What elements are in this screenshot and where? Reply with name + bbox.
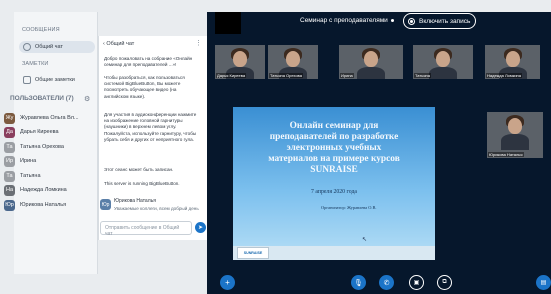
screen-share-button[interactable]: ⧉ xyxy=(437,275,452,290)
chat-icon: ▤ xyxy=(540,280,547,286)
camera-button[interactable]: ▣ xyxy=(409,275,424,290)
video-tile-name: Надежда Ломкина xyxy=(486,73,522,78)
sidebar-item-label: Общие заметки xyxy=(35,77,75,83)
meeting-title: Семинар с преподавателями xyxy=(300,17,388,24)
conference-app: СООБЩЕНИЯ Общий чат ЗАМЕТКИ Общие заметк… xyxy=(0,0,551,294)
notes-header: ЗАМЕТКИ xyxy=(22,61,49,67)
user-list-item[interactable]: Да Дарья Киреева xyxy=(4,126,96,138)
user-list-item[interactable]: Та Татьяна xyxy=(4,170,96,182)
avatar: Жу xyxy=(4,112,15,124)
notes-icon xyxy=(23,76,31,84)
chat-message-author: Юрикова Наталья xyxy=(114,198,156,204)
avatar: Ир xyxy=(4,155,15,167)
video-tile[interactable]: Ирина xyxy=(339,45,403,79)
user-video-placeholder xyxy=(215,12,241,34)
participant-face xyxy=(505,51,520,67)
video-tile-name: Татьяна xyxy=(414,73,431,78)
user-name: Татьяна Орехова xyxy=(20,144,64,150)
chat-message-text: Уважаемые коллеги, всем добрый день xyxy=(114,206,199,211)
chat-message-welcome: Добро пожаловать на собрание «Онлайн сем… xyxy=(104,56,193,68)
avatar: Юр xyxy=(100,199,111,210)
video-tile-name: Ирина xyxy=(340,73,354,78)
plus-icon: + xyxy=(225,278,230,287)
record-label: Включить запись xyxy=(419,17,471,25)
gear-icon[interactable]: ⚙ xyxy=(84,95,90,103)
slide-organizer: Организатор: Журавлева О.В. xyxy=(321,205,377,210)
chat-message-server: This server is running BigBlueButton. xyxy=(104,181,180,186)
user-list-item[interactable]: На Надежда Ломкина xyxy=(4,184,96,196)
user-name: Надежда Ломкина xyxy=(20,187,67,193)
user-list-item[interactable]: Жу Журавлева Ольга Вл... xyxy=(4,112,96,124)
video-camera-icon: ▣ xyxy=(413,280,420,286)
video-tile[interactable]: Татьяна xyxy=(413,45,473,79)
microphone-button[interactable]: 🎙 xyxy=(351,275,366,290)
messages-header: СООБЩЕНИЯ xyxy=(22,27,60,33)
user-name: Юрикова Наталья xyxy=(20,202,67,208)
video-tile-name: Дарья Киреева xyxy=(216,73,247,78)
user-list-item[interactable]: Ир Ирина xyxy=(4,155,96,167)
send-button[interactable]: ➤ xyxy=(195,222,206,233)
video-tile-name: Юрикова Наталья xyxy=(488,152,524,157)
more-options-icon[interactable]: ⋮ xyxy=(195,39,202,47)
cursor-icon: ↖ xyxy=(362,237,368,243)
chat-message-recording: Этот сеанс может быть записан. xyxy=(104,167,174,172)
user-list-item[interactable]: Та Татьяна Орехова xyxy=(4,141,96,153)
participant-face xyxy=(233,51,247,67)
chat-input[interactable]: Отправить сообщение в Общий чат xyxy=(100,221,192,237)
avatar: Юр xyxy=(4,199,15,211)
user-name: Татьяна xyxy=(20,173,41,179)
participant-face xyxy=(364,51,378,67)
screen-share-icon: ⧉ xyxy=(442,279,447,285)
actions-button[interactable]: + xyxy=(220,275,235,290)
chat-toggle-button[interactable]: ▤ xyxy=(536,275,551,290)
avatar: Да xyxy=(4,126,15,138)
participant-face xyxy=(436,51,450,67)
sidebar-item-label: Общий чат xyxy=(35,44,63,50)
chat-header[interactable]: ‹ Общий чат xyxy=(103,41,134,47)
video-tile[interactable]: Юрикова Наталья xyxy=(487,112,543,158)
chat-icon xyxy=(23,43,31,51)
user-list-item[interactable]: Юр Юрикова Наталья xyxy=(4,199,96,211)
sidebar-item-shared-notes[interactable]: Общие заметки xyxy=(19,74,95,86)
microphone-icon: 🎙 xyxy=(354,279,363,287)
record-button[interactable]: Включить запись xyxy=(403,13,476,29)
video-tile[interactable]: Надежда Ломкина xyxy=(485,45,540,79)
user-name: Дарья Киреева xyxy=(20,129,59,135)
audio-button[interactable]: ✆ xyxy=(379,275,394,290)
send-icon: ➤ xyxy=(197,225,204,231)
chat-message-last: Юр Юрикова Наталья Уважаемые коллеги, вс… xyxy=(100,198,204,220)
separator-dot xyxy=(391,19,394,22)
chat-message-audio: Для участия в аудиоконференции нажмите н… xyxy=(104,112,197,142)
presentation-slide: Онлайн семинар для преподавателей по раз… xyxy=(233,107,435,260)
user-name: Журавлева Ольга Вл... xyxy=(20,115,79,121)
video-tile-name: Татьяна Орехова xyxy=(269,73,303,78)
avatar: На xyxy=(4,184,15,196)
slide-date: 7 апреля 2020 года xyxy=(311,189,357,195)
avatar: Та xyxy=(4,170,15,182)
participant-body xyxy=(429,67,457,79)
participant-face xyxy=(286,51,300,67)
chevron-left-icon[interactable]: ‹ xyxy=(103,41,105,47)
slide-footer: SUNRAISE xyxy=(233,246,435,260)
video-tile[interactable]: Дарья Киреева xyxy=(215,45,265,79)
phone-icon: ✆ xyxy=(383,279,390,287)
users-header: ПОЛЬЗОВАТЕЛИ (7) xyxy=(10,95,74,102)
sidebar-item-public-chat[interactable]: Общий чат xyxy=(19,41,95,53)
video-tile[interactable]: Татьяна Орехова xyxy=(268,45,318,79)
chat-message-help: Чтобы разобраться, как пользоваться сист… xyxy=(104,75,185,99)
user-name: Ирина xyxy=(20,158,37,164)
participant-face xyxy=(508,118,522,134)
avatar: Та xyxy=(4,141,15,153)
participant-body xyxy=(357,67,385,79)
participant-body xyxy=(501,134,529,150)
slide-title: Онлайн семинар для преподавателей по раз… xyxy=(268,121,400,175)
record-icon xyxy=(408,17,415,25)
chat-title: Общий чат xyxy=(106,41,135,47)
sunraise-logo: SUNRAISE xyxy=(237,247,269,259)
